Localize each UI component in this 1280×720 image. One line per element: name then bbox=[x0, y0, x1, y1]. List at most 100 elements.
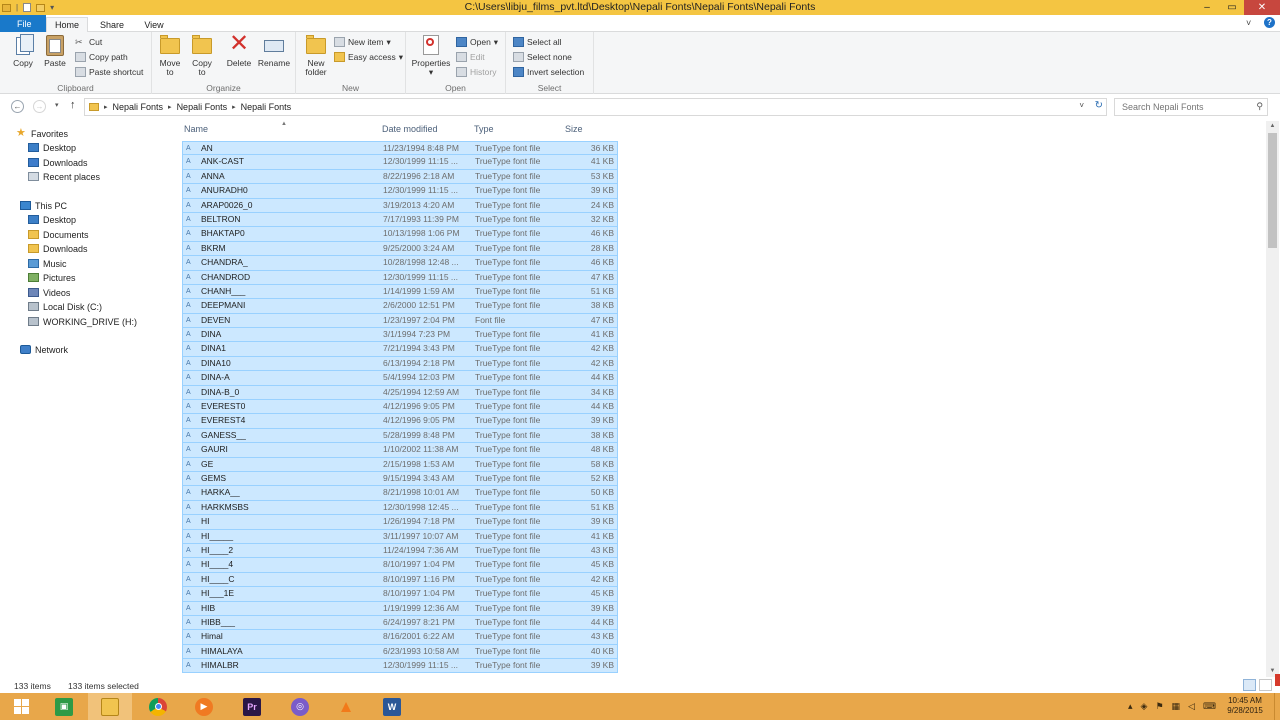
close-button[interactable]: ✕ bbox=[1244, 0, 1280, 15]
tab-share[interactable]: Share bbox=[95, 17, 129, 32]
table-row[interactable]: A GE 2/15/1998 1:53 AM TrueType font file 58… bbox=[182, 457, 618, 472]
breadcrumb-item[interactable]: Nepali Fonts bbox=[113, 102, 164, 112]
forward-button[interactable]: → bbox=[33, 100, 46, 113]
vertical-scrollbar[interactable]: ▲ ▼ bbox=[1266, 121, 1279, 677]
network-icon[interactable]: ▦ bbox=[1172, 701, 1181, 712]
scroll-thumb[interactable] bbox=[1268, 133, 1277, 248]
table-row[interactable]: A HI_____ 3/11/1997 10:07 AM TrueType font … bbox=[182, 529, 618, 544]
taskbar-word[interactable]: W bbox=[370, 693, 414, 720]
maximize-button[interactable]: ▭ bbox=[1222, 0, 1242, 15]
table-row[interactable]: A HARKA__ 8/21/1998 10:01 AM TrueType font … bbox=[182, 486, 618, 501]
search-box[interactable]: ⚲ bbox=[1114, 98, 1268, 116]
nav-downloads[interactable]: Downloads bbox=[28, 156, 88, 169]
breadcrumb-arrow-icon[interactable]: ▸ bbox=[168, 103, 172, 111]
scroll-up-icon[interactable]: ▲ bbox=[1266, 121, 1279, 132]
address-bar[interactable]: ▸ Nepali Fonts ▸ Nepali Fonts ▸ Nepali F… bbox=[84, 98, 1107, 116]
large-icons-view-icon[interactable] bbox=[1259, 679, 1272, 691]
table-row[interactable]: A BKRM 9/25/2000 3:24 AM TrueType font file… bbox=[182, 241, 618, 257]
table-row[interactable]: A HI____4 8/10/1997 1:04 PM TrueType font f… bbox=[182, 558, 618, 573]
up-button[interactable]: ↑ bbox=[70, 99, 76, 111]
nav-this-pc[interactable]: This PC bbox=[20, 199, 67, 212]
start-button[interactable] bbox=[0, 693, 42, 720]
table-row[interactable]: A ARAP0026_0 3/19/2013 4:20 AM TrueType fon… bbox=[182, 198, 618, 213]
table-row[interactable]: A CHANDROD 12/30/1999 11:15 ... TrueType fo… bbox=[182, 270, 618, 285]
nav-desktop[interactable]: Desktop bbox=[28, 141, 76, 154]
move-to-button[interactable]: Move to bbox=[156, 34, 184, 77]
taskbar-vlc[interactable]: ▲ bbox=[324, 693, 368, 720]
table-row[interactable]: A HIBB___ 6/24/1997 8:21 PM TrueType font f… bbox=[182, 615, 618, 631]
invert-selection-button[interactable]: Invert selection bbox=[513, 65, 584, 79]
table-row[interactable]: A HI___1E 8/10/1997 1:04 PM TrueType font f… bbox=[182, 587, 618, 602]
table-row[interactable]: A EVEREST4 4/12/1996 9:05 PM TrueType font … bbox=[182, 414, 618, 429]
nav-music[interactable]: Music bbox=[28, 257, 67, 270]
search-input[interactable] bbox=[1115, 99, 1245, 115]
table-row[interactable]: A HI 1/26/1994 7:18 PM TrueType font file 39… bbox=[182, 515, 618, 530]
clock[interactable]: 10:45 AM 9/28/2015 bbox=[1222, 696, 1268, 716]
edit-button[interactable]: Edit bbox=[456, 50, 485, 64]
table-row[interactable]: A BHAKTAP0 10/13/1998 1:06 PM TrueType font… bbox=[182, 227, 618, 242]
nav-videos[interactable]: Videos bbox=[28, 286, 70, 299]
tab-home[interactable]: Home bbox=[46, 17, 88, 32]
keyboard-icon[interactable]: ⌨ bbox=[1203, 701, 1216, 712]
table-row[interactable]: A CHANDRA_ 10/28/1998 12:48 ... TrueType fo… bbox=[182, 256, 618, 271]
flag-icon[interactable]: ⚑ bbox=[1155, 701, 1163, 712]
nav-network[interactable]: Network bbox=[20, 343, 68, 356]
table-row[interactable]: A DEEPMANI 2/6/2000 12:51 PM TrueType font … bbox=[182, 299, 618, 314]
select-all-button[interactable]: Select all bbox=[513, 35, 562, 49]
minimize-button[interactable]: – bbox=[1196, 0, 1218, 15]
nav-pc-desktop[interactable]: Desktop bbox=[28, 213, 76, 226]
select-none-button[interactable]: Select none bbox=[513, 50, 572, 64]
nav-documents[interactable]: Documents bbox=[28, 228, 89, 241]
nav-local-disk[interactable]: Local Disk (C:) bbox=[28, 300, 102, 313]
nav-pc-downloads[interactable]: Downloads bbox=[28, 242, 88, 255]
column-header-size[interactable]: Size bbox=[565, 124, 583, 136]
easy-access-button[interactable]: Easy access ▾ bbox=[334, 50, 403, 64]
nav-recent-places[interactable]: Recent places bbox=[28, 170, 100, 183]
volume-icon[interactable]: ◁ bbox=[1188, 701, 1195, 712]
history-button[interactable]: History bbox=[456, 65, 496, 79]
table-row[interactable]: A AN 11/23/1994 8:48 PM TrueType font file 3… bbox=[182, 141, 618, 156]
column-header-type[interactable]: Type bbox=[474, 124, 494, 136]
table-row[interactable]: A EVEREST0 4/12/1996 9:05 PM TrueType font … bbox=[182, 400, 618, 415]
table-row[interactable]: A DINA 3/1/1994 7:23 PM TrueType font file 4… bbox=[182, 328, 618, 343]
copy-to-button[interactable]: Copy to bbox=[188, 34, 216, 77]
rename-button[interactable]: Rename bbox=[256, 34, 292, 68]
table-row[interactable]: A GEMS 9/15/1994 3:43 AM TrueType font file… bbox=[182, 471, 618, 487]
paste-button[interactable]: Paste bbox=[40, 34, 70, 68]
copy-path-button[interactable]: Copy path bbox=[75, 50, 128, 64]
table-row[interactable]: A DINA-A 5/4/1994 12:03 PM TrueType font fi… bbox=[182, 371, 618, 386]
open-button[interactable]: Open ▾ bbox=[456, 35, 498, 49]
new-item-button[interactable]: New item ▾ bbox=[334, 35, 391, 49]
taskbar-file-explorer[interactable] bbox=[88, 693, 132, 720]
back-button[interactable]: ← bbox=[11, 100, 24, 113]
breadcrumb-arrow-icon[interactable]: ▸ bbox=[232, 103, 236, 111]
breadcrumb-item[interactable]: Nepali Fonts bbox=[241, 102, 292, 112]
delete-button[interactable]: ✕ Delete bbox=[224, 32, 254, 68]
table-row[interactable]: A GANESS__ 5/28/1999 8:48 PM TrueType font … bbox=[182, 428, 618, 444]
cut-button[interactable]: ✂ Cut bbox=[75, 35, 102, 49]
table-row[interactable]: A CHANH___ 1/14/1999 1:59 AM TrueType font … bbox=[182, 284, 618, 300]
title-bar[interactable]: | ▾ C:\Users\libju_films_pvt.ltd\Desktop… bbox=[0, 0, 1280, 15]
table-row[interactable]: A GAURI 1/10/2002 11:38 AM TrueType font fi… bbox=[182, 443, 618, 458]
details-view-icon[interactable] bbox=[1243, 679, 1256, 691]
copy-button[interactable]: Copy bbox=[8, 34, 38, 68]
table-row[interactable]: A BELTRON 7/17/1993 11:39 PM TrueType font … bbox=[182, 212, 618, 228]
tray-app-icon[interactable]: ◈ bbox=[1141, 701, 1148, 712]
column-header-name[interactable]: Name ▲ bbox=[184, 121, 287, 136]
address-dropdown-icon[interactable]: ˅ bbox=[1079, 101, 1084, 110]
table-row[interactable]: A ANK-CAST 12/30/1999 11:15 ... TrueType fo… bbox=[182, 155, 618, 170]
table-row[interactable]: A HI____2 11/24/1994 7:36 AM TrueType font … bbox=[182, 543, 618, 559]
table-row[interactable]: A DINA1 7/21/1994 3:43 PM TrueType font fil… bbox=[182, 342, 618, 357]
table-row[interactable]: A HIMALAYA 6/23/1993 10:58 AM TrueType font… bbox=[182, 644, 618, 660]
table-row[interactable]: A DEVEN 1/23/1997 2:04 PM Font file 47 KB bbox=[182, 313, 618, 329]
tab-view[interactable]: View bbox=[138, 17, 170, 32]
taskbar-media-player[interactable]: ▶ bbox=[182, 693, 226, 720]
help-icon[interactable]: ? bbox=[1264, 17, 1275, 28]
taskbar-premiere[interactable]: Pr bbox=[230, 693, 274, 720]
tab-file[interactable]: File bbox=[0, 15, 46, 32]
table-row[interactable]: A ANURADH0 12/30/1999 11:15 ... TrueType fo… bbox=[182, 184, 618, 199]
chevron-down-icon[interactable]: ˅ bbox=[1246, 18, 1251, 28]
breadcrumb-arrow-icon[interactable]: ▸ bbox=[104, 103, 108, 111]
nav-working-drive[interactable]: WORKING_DRIVE (H:) bbox=[28, 315, 137, 328]
taskbar-app[interactable]: ◎ bbox=[278, 693, 322, 720]
